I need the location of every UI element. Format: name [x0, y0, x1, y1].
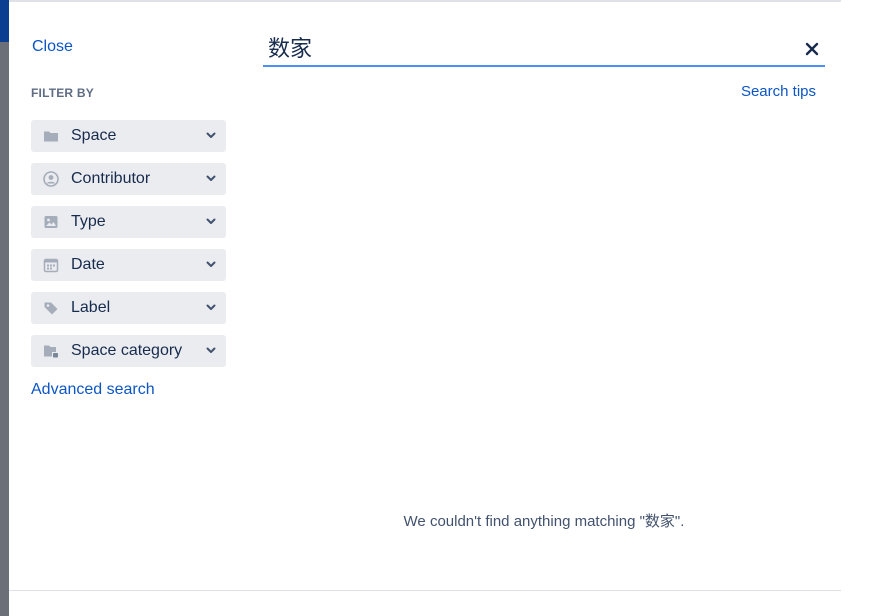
filter-space-category[interactable]: Space category [31, 335, 226, 367]
image-icon [44, 216, 58, 228]
chevron-down-icon [206, 347, 216, 353]
filter-label: Label [71, 299, 111, 316]
filter-label: Contributor [71, 170, 151, 187]
filter-label-dropdown[interactable]: Label [31, 292, 226, 324]
filter-date[interactable]: Date [31, 249, 226, 281]
filter-contributor[interactable]: Contributor [31, 163, 226, 195]
chevron-down-icon [206, 218, 216, 224]
background-header-edge [0, 0, 9, 42]
filter-label: Date [71, 256, 105, 273]
filter-label: Type [71, 213, 106, 230]
user-icon [43, 171, 59, 187]
chevron-down-icon [206, 261, 216, 267]
folder-icon [44, 131, 58, 142]
chevron-down-icon [206, 132, 216, 138]
close-link[interactable]: Close [32, 38, 73, 56]
right-background [841, 0, 895, 616]
filter-by-heading: FILTER BY [31, 86, 94, 100]
chevron-down-icon [206, 304, 216, 310]
bottom-divider [9, 590, 841, 591]
search-input[interactable] [263, 32, 788, 62]
filter-list: Space Contributor Type Date Label Space … [31, 120, 226, 378]
filter-label: Space category [71, 342, 183, 359]
filter-type[interactable]: Type [31, 206, 226, 238]
search-panel: Close FILTER BY Space Contributor Type D… [9, 2, 841, 590]
no-results-message: We couldn't find anything matching "数家". [403, 513, 685, 530]
advanced-search-link[interactable]: Advanced search [31, 381, 155, 399]
close-icon[interactable] [805, 42, 819, 56]
search-field [263, 32, 825, 67]
calendar-icon [43, 258, 59, 273]
background-edge [0, 0, 9, 616]
search-tips-link[interactable]: Search tips [741, 83, 816, 100]
filter-space[interactable]: Space [31, 120, 226, 152]
filter-label: Space [71, 127, 117, 144]
chevron-down-icon [206, 175, 216, 181]
space-category-icon [44, 345, 58, 358]
tag-icon [44, 302, 58, 315]
